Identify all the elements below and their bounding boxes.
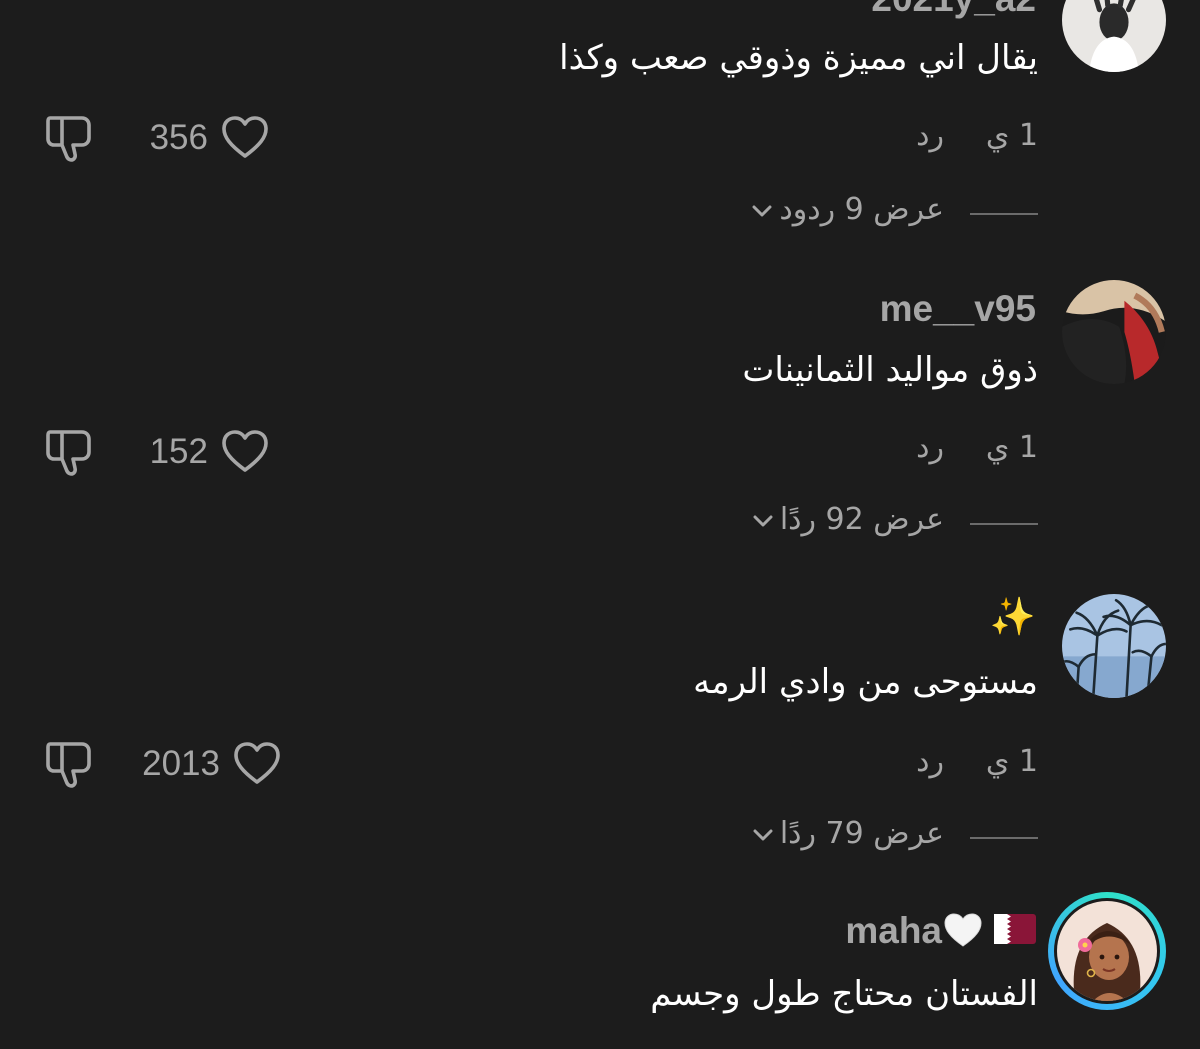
comment-text: ذوق مواليد الثمانينات [742, 350, 1038, 390]
thumbs-down-icon[interactable] [42, 738, 96, 790]
comment-username[interactable]: maha [845, 910, 1036, 952]
chevron-down-icon [753, 515, 773, 526]
like-count: 2013 [142, 744, 220, 783]
view-replies: عرض 79 ردًا [718, 816, 1038, 860]
avatar[interactable] [1062, 594, 1166, 698]
reply-button[interactable]: رد [916, 430, 944, 465]
comment-item: me__v95 ذوق مواليد الثمانينات 1 ي رد 152… [0, 280, 1200, 550]
like-group: 152 [140, 428, 270, 478]
thumbs-down-icon[interactable] [42, 112, 96, 164]
comment-timestamp: 1 ي [985, 744, 1038, 779]
comment-username[interactable]: me__v95 [880, 288, 1036, 330]
view-replies: عرض 9 ردود [738, 192, 1038, 236]
avatar-image [1057, 901, 1157, 1001]
reply-button[interactable]: رد [916, 118, 944, 153]
comment-item: 2021y_a2 يقال اني مميزة وذوقي صعب وكذا 1… [0, 0, 1200, 250]
view-replies-label: عرض 9 ردود [779, 192, 944, 227]
avatar-image [1062, 0, 1166, 72]
divider [970, 837, 1038, 839]
comment-item: maha الفستان محتاج طول وجسم [0, 892, 1200, 1049]
comment-username[interactable]: ✨ [990, 596, 1036, 639]
view-replies-label: عرض 79 ردًا [779, 816, 944, 851]
heart-outline-icon[interactable] [232, 740, 282, 786]
avatar-image [1062, 280, 1166, 384]
story-ring[interactable] [1048, 892, 1166, 1010]
comment-meta: 1 ي رد [838, 118, 1038, 158]
comment-item: ✨ مستوحى من وادي الرمه 1 ي رد 2013 عرض 7… [0, 594, 1200, 864]
qatar-flag-icon [994, 914, 1036, 945]
comment-text: يقال اني مميزة وذوقي صعب وكذا [559, 38, 1038, 78]
like-count: 152 [149, 432, 208, 471]
comment-timestamp: 1 ي [985, 430, 1038, 465]
divider [970, 523, 1038, 525]
avatar[interactable] [1062, 0, 1166, 72]
view-replies: عرض 92 ردًا [718, 502, 1038, 546]
chevron-down-icon [753, 829, 773, 840]
view-replies-button[interactable]: عرض 79 ردًا [752, 816, 944, 851]
reply-button[interactable]: رد [916, 744, 944, 779]
view-replies-button[interactable]: عرض 92 ردًا [752, 502, 944, 537]
like-count: 356 [149, 118, 208, 157]
avatar-image [1062, 594, 1166, 698]
thumbs-down-icon[interactable] [42, 426, 96, 478]
divider [970, 213, 1038, 215]
like-group: 2013 [130, 740, 282, 790]
view-replies-label: عرض 92 ردًا [779, 502, 944, 537]
username-label: maha [845, 910, 942, 951]
avatar [1057, 901, 1157, 1001]
white-heart-icon [944, 913, 982, 947]
like-group: 356 [140, 114, 270, 164]
comment-text: مستوحى من وادي الرمه [693, 662, 1038, 702]
comment-meta: 1 ي رد [838, 430, 1038, 470]
avatar[interactable] [1062, 280, 1166, 384]
chevron-down-icon [752, 205, 772, 216]
comment-meta: 1 ي رد [838, 744, 1038, 784]
heart-outline-icon[interactable] [220, 114, 270, 160]
heart-outline-icon[interactable] [220, 428, 270, 474]
comment-timestamp: 1 ي [985, 118, 1038, 153]
comment-text: الفستان محتاج طول وجسم [650, 974, 1038, 1014]
view-replies-button[interactable]: عرض 9 ردود [751, 192, 944, 227]
comment-username[interactable]: 2021y_a2 [871, 0, 1036, 20]
